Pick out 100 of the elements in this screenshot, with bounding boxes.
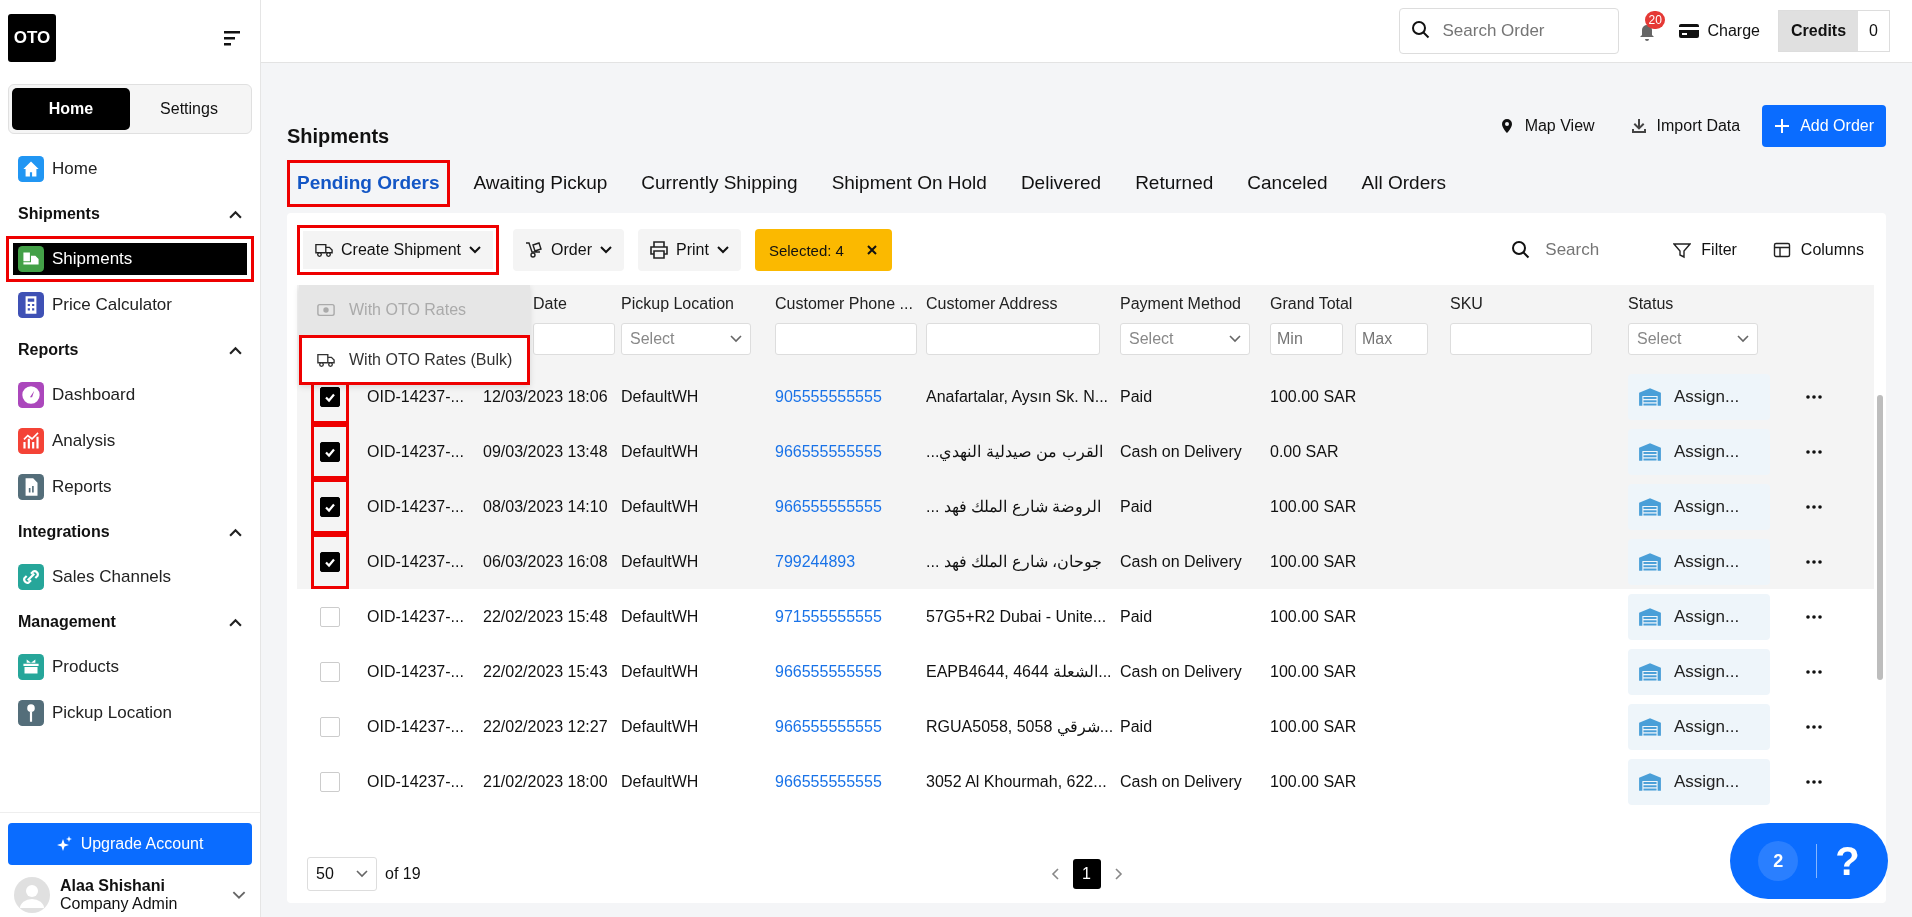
close-icon[interactable]	[865, 244, 878, 256]
status-button[interactable]: Assign...	[1628, 428, 1770, 475]
more-icon[interactable]	[1806, 669, 1822, 674]
table-cell: 08/03/2023 14:10	[483, 497, 608, 516]
more-icon[interactable]	[1806, 779, 1822, 784]
columns-button[interactable]: Columns	[1772, 241, 1864, 259]
page-button[interactable]: 1	[1072, 859, 1101, 889]
filter-field[interactable]	[775, 323, 917, 355]
print-button[interactable]: Print	[637, 229, 741, 271]
filter-icon	[1673, 241, 1692, 259]
search-field[interactable]: Search Order	[1399, 8, 1620, 54]
status-button[interactable]: Assign...	[1628, 758, 1770, 805]
page-size-select[interactable]: 50	[307, 857, 377, 891]
status-button[interactable]: Assign...	[1628, 538, 1770, 585]
segment-tab[interactable]: Home	[12, 88, 130, 130]
more-icon[interactable]	[1806, 394, 1822, 399]
row-checkbox[interactable]	[320, 386, 340, 407]
select-field[interactable]: Select	[1628, 323, 1758, 355]
tab[interactable]: Currently Shipping	[631, 160, 808, 207]
phone-link[interactable]: 966555555555	[775, 717, 882, 736]
table-cell: 21/02/2023 18:00	[483, 772, 608, 791]
columns-icon	[1772, 241, 1791, 259]
help-widget[interactable]: 2 ?	[1730, 823, 1888, 899]
order-button[interactable]: Order	[513, 229, 624, 271]
phone-link[interactable]: 966555555555	[775, 442, 882, 461]
status-button[interactable]: Assign...	[1628, 593, 1770, 640]
table-cell: 100.00 SAR	[1270, 717, 1357, 736]
charge-link[interactable]: Charge	[1679, 22, 1760, 40]
nav-item[interactable]: Price Calculator	[6, 282, 254, 328]
more-icon[interactable]	[1806, 559, 1822, 564]
phone-link[interactable]: 966555555555	[775, 662, 882, 681]
tab[interactable]: Awaiting Pickup	[463, 160, 618, 207]
search-field[interactable]: Search	[1543, 239, 1638, 261]
status-button[interactable]: Assign...	[1628, 703, 1770, 750]
tab[interactable]: Returned	[1125, 160, 1224, 207]
upgrade-button[interactable]: Upgrade Account	[8, 823, 252, 865]
chevron-icon[interactable]	[229, 209, 242, 219]
segment-tab[interactable]: Settings	[130, 88, 248, 130]
tab[interactable]: Delivered	[1010, 160, 1112, 207]
status-button[interactable]: Assign...	[1628, 483, 1770, 530]
phone-link[interactable]: 966555555555	[775, 772, 882, 791]
phone-link[interactable]: 966555555555	[775, 497, 882, 516]
chevron-icon	[1229, 335, 1241, 343]
create-shipment-button[interactable]: Create Shipment	[297, 225, 500, 275]
table-cell: OID-14237-...	[367, 442, 464, 461]
action-link[interactable]: Map View	[1498, 116, 1595, 135]
menu-item[interactable]: With OTO Rates (Bulk)	[299, 335, 531, 385]
action-link[interactable]: Import Data	[1630, 116, 1741, 135]
range-field[interactable]: Max	[1355, 323, 1428, 355]
filter-field[interactable]	[1450, 323, 1592, 355]
row-checkbox[interactable]	[320, 496, 340, 517]
phone-link[interactable]: 971555555555	[775, 607, 882, 626]
range-field[interactable]: Min	[1270, 323, 1343, 355]
chevron-icon[interactable]	[229, 345, 242, 355]
more-icon[interactable]	[1806, 724, 1822, 729]
phone-link[interactable]: 905555555555	[775, 387, 882, 406]
nav-item[interactable]: Analysis	[6, 418, 254, 464]
table-cell: OID-14237-...	[367, 772, 464, 791]
filter-button[interactable]: Filter	[1673, 241, 1737, 259]
phone-link[interactable]: 799244893	[775, 552, 856, 571]
more-icon[interactable]	[1806, 504, 1822, 509]
add-order-button[interactable]: Add Order	[1762, 104, 1886, 147]
tab[interactable]: All Orders	[1351, 160, 1457, 207]
select-field[interactable]: Select	[621, 323, 751, 355]
nav-item[interactable]: Shipments	[6, 236, 254, 282]
nav-item[interactable]: Pickup Location	[6, 690, 254, 736]
card-icon	[1679, 23, 1700, 39]
table-cell: OID-14237-...	[367, 607, 464, 626]
chevron-icon[interactable]	[229, 617, 242, 627]
nav-item[interactable]: Sales Channels	[6, 554, 254, 600]
previous-icon[interactable]	[1050, 868, 1059, 880]
table-cell: EAPB4644, 4644 الشعلة...	[926, 662, 1112, 681]
filter-field[interactable]	[926, 323, 1100, 355]
table-cell: DefaultWH	[621, 607, 699, 626]
warehouse-icon	[1638, 771, 1662, 792]
table-cell: OID-14237-...	[367, 387, 464, 406]
status-button[interactable]: Assign...	[1628, 648, 1770, 695]
select-field[interactable]: Select	[1120, 323, 1250, 355]
nav-item[interactable]: Products	[6, 644, 254, 690]
row-checkbox[interactable]	[320, 551, 340, 572]
status-button[interactable]: Assign...	[1628, 373, 1770, 420]
tab[interactable]: Shipment On Hold	[821, 160, 997, 207]
column-header: Status	[1628, 295, 1674, 314]
tab[interactable]: Pending Orders	[287, 160, 450, 207]
credits-label: Credits	[1778, 11, 1859, 51]
table-cell: Cash on Delivery	[1120, 552, 1242, 571]
nav-item[interactable]: Home	[6, 146, 254, 192]
chevron-icon[interactable]	[229, 527, 242, 537]
date-field[interactable]	[533, 323, 615, 355]
menu-icon[interactable]	[222, 30, 242, 46]
truck-icon	[317, 351, 335, 369]
warehouse-icon	[1638, 661, 1662, 682]
more-icon[interactable]	[1806, 614, 1822, 619]
more-icon[interactable]	[1806, 449, 1822, 454]
tab[interactable]: Canceled	[1237, 160, 1338, 207]
nav-item[interactable]: Reports	[6, 464, 254, 510]
table-cell: DefaultWH	[621, 717, 699, 736]
next-icon[interactable]	[1114, 868, 1123, 880]
nav-item[interactable]: Dashboard	[6, 372, 254, 418]
row-checkbox[interactable]	[320, 441, 340, 462]
